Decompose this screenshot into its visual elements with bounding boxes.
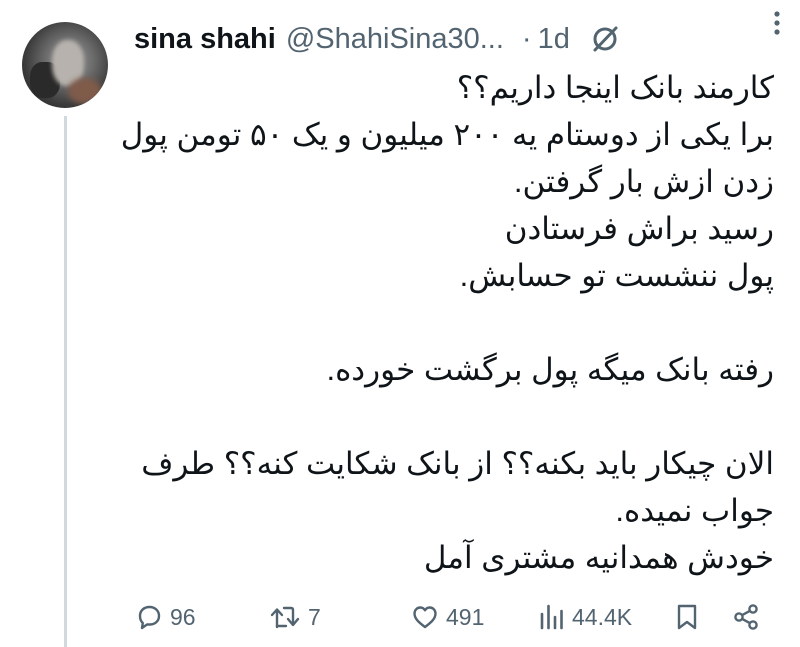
- tweet-action-bar: 96 7 491 44.4K: [134, 598, 774, 638]
- thread-connector-line: [64, 116, 67, 647]
- analytics-bars-icon: [538, 602, 566, 632]
- bookmark-icon: [674, 602, 700, 632]
- tweet-text-line: رفته بانک میگه پول برگشت خورده.: [326, 352, 774, 387]
- tweet-text-line: کارمند بانک اینجا داریم؟؟: [456, 70, 774, 105]
- header-separator: ·: [521, 22, 532, 55]
- author-handle[interactable]: @ShahiSina30...: [286, 23, 504, 56]
- like-count: 491: [446, 603, 485, 630]
- repost-count: 7: [308, 603, 321, 630]
- repost-icon: [268, 602, 302, 632]
- grok-icon[interactable]: [588, 22, 622, 56]
- heart-icon: [410, 602, 440, 632]
- tweet-text: کارمند بانک اینجا داریم؟؟ برا یکی از دوس…: [120, 64, 774, 581]
- tweet-text-line: پول ننشست تو حسابش.: [459, 258, 774, 293]
- author-display-name[interactable]: sina shahi: [134, 23, 276, 56]
- tweet-left-column: [22, 22, 110, 647]
- tweet-text-line: زدن ازش بار گرفتن.: [513, 164, 774, 199]
- like-button[interactable]: 491: [410, 602, 484, 632]
- tweet-text-line: الان چیکار باید بکنه؟؟ از بانک شکایت کنه…: [141, 446, 774, 481]
- repost-button[interactable]: 7: [268, 602, 321, 632]
- bookmark-button[interactable]: [674, 602, 700, 632]
- reply-icon: [134, 602, 164, 632]
- share-button[interactable]: [732, 602, 762, 632]
- views-button[interactable]: 44.4K: [538, 602, 632, 632]
- tweet-text-blank-line: [134, 393, 774, 440]
- reply-count: 96: [170, 603, 196, 630]
- tweet-text-blank-line: [134, 299, 774, 346]
- tweet-text-line: برا یکی از دوستام یه ۲۰۰ میلیون و یک ۵۰ …: [120, 117, 774, 152]
- avatar-blur-shape: [68, 78, 102, 104]
- more-options-icon[interactable]: [762, 8, 792, 38]
- tweet-card[interactable]: sina shahi @ShahiSina30... · 1d کارمند ب…: [0, 0, 800, 647]
- tweet-timestamp[interactable]: 1d: [538, 23, 570, 56]
- views-count: 44.4K: [572, 603, 633, 630]
- share-icon: [732, 602, 762, 632]
- avatar[interactable]: [22, 22, 108, 108]
- tweet-text-line: جواب نمیده.: [615, 493, 774, 528]
- tweet-text-line: خودش همدانیه مشتری آمل: [423, 540, 774, 575]
- reply-button[interactable]: 96: [134, 602, 196, 632]
- tweet-header: sina shahi @ShahiSina30... · 1d: [134, 16, 784, 62]
- tweet-text-line: رسید براش فرستادن: [504, 211, 774, 246]
